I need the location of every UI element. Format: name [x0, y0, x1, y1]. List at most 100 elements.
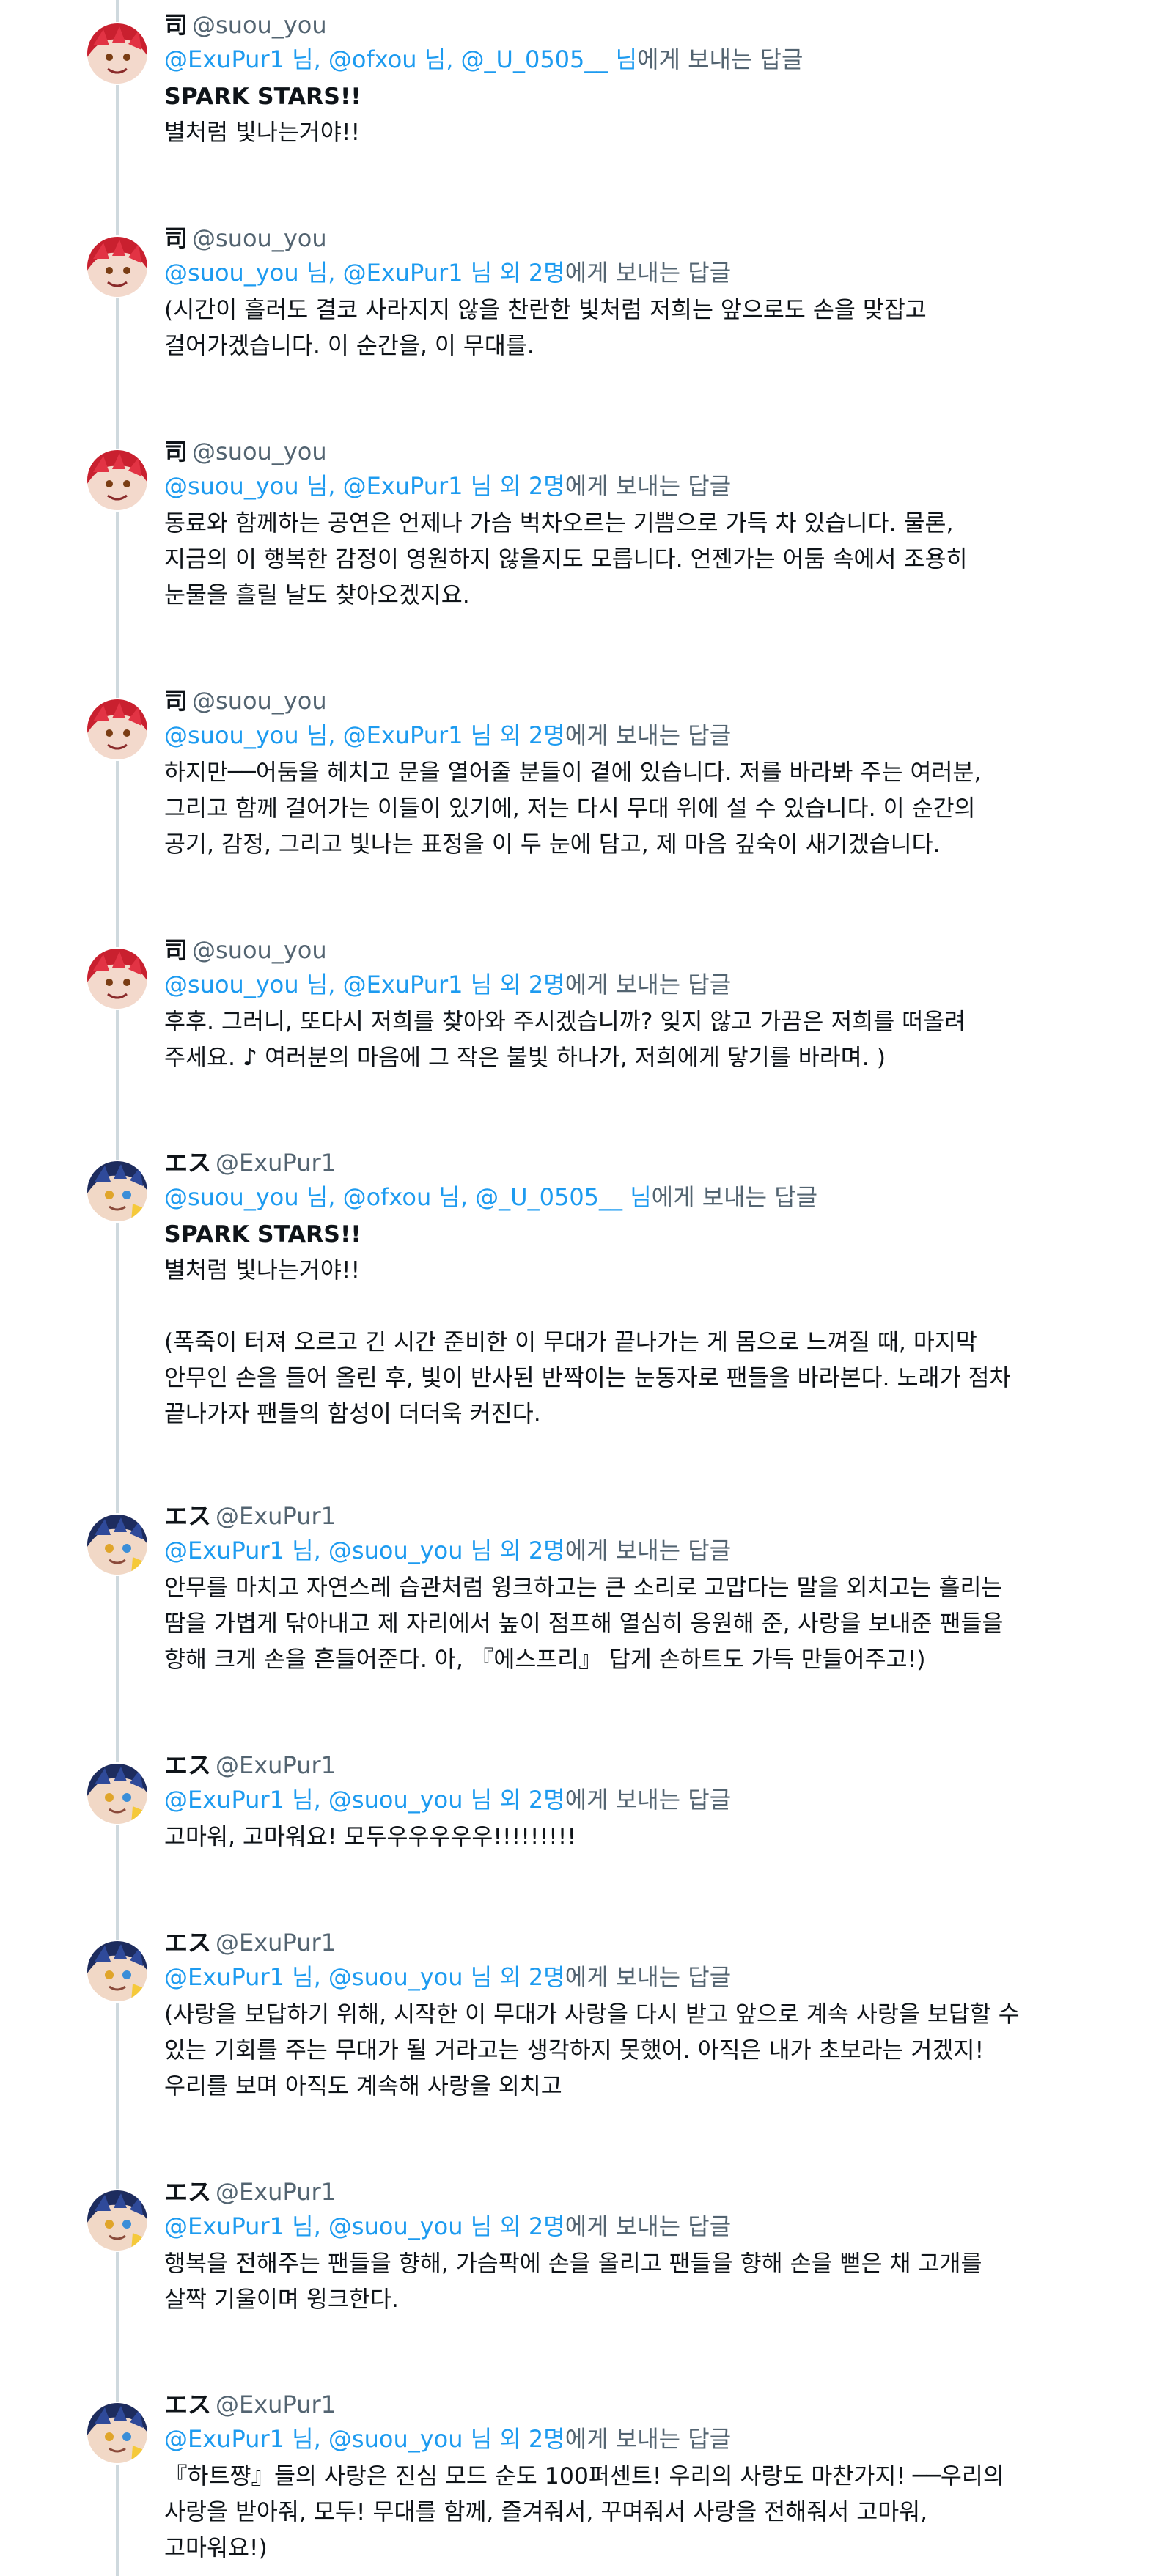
reply-mentions-link[interactable]: @ExuPur1 님, @suou_you 님 외 2명 — [164, 1786, 565, 1814]
reply-mentions-link[interactable]: @suou_you 님, @ofxou 님, @_U_0505__ 님 — [164, 1183, 652, 1211]
user-handle[interactable]: @ExuPur1 — [216, 1502, 336, 1530]
avatar-blue-hair-icon — [87, 2190, 147, 2251]
tweet-header: エス @ExuPur1 — [164, 2390, 1117, 2422]
avatar-blue-hair-icon — [87, 1161, 147, 1221]
tweet-header: 司 @suou_you — [164, 437, 1117, 469]
tweet-text: 행복을 전해주는 팬들을 향해, 가슴팍에 손을 올리고 팬들을 향해 손을 뻗… — [164, 2246, 1117, 2318]
tweet-text: 동료와 함께하는 공연은 언제나 가슴 벅차오르는 기쁨으로 가득 차 있습니다… — [164, 506, 1117, 614]
user-handle[interactable]: @ExuPur1 — [216, 1751, 336, 1779]
avatar[interactable] — [86, 22, 149, 85]
tweet-text-line: 있는 기회를 주는 무대가 될 거라고는 생각하지 못했어. 아직은 내가 초보… — [164, 2037, 985, 2064]
tweet-text: (사랑을 보답하기 위해, 시작한 이 무대가 사랑을 다시 받고 앞으로 계속… — [164, 1997, 1117, 2105]
replying-to: @ExuPur1 님, @suou_you 님 외 2명에게 보내는 답글 — [164, 1960, 1117, 1997]
tweet-text-line: 고마워요!) — [164, 2535, 268, 2561]
avatar[interactable] — [86, 1940, 149, 2003]
reply-mentions-link[interactable]: @suou_you 님, @ExuPur1 님 외 2명 — [164, 971, 565, 998]
reply-mentions-link[interactable]: @suou_you 님, @ExuPur1 님 외 2명 — [164, 259, 565, 287]
tweet-text-line: (시간이 흘러도 결코 사라지지 않을 찬란한 빛처럼 저희는 앞으로도 손을 … — [164, 297, 927, 323]
tweet-text: SPARK STARS!! 별처럼 빛나는거야!! — [164, 79, 1117, 151]
tweet-header: エス @ExuPur1 — [164, 2177, 1117, 2209]
user-handle[interactable]: @ExuPur1 — [216, 1149, 336, 1177]
tweet-text-line: 주세요. ♪ 여러분의 마음에 그 작은 불빛 하나가, 저희에게 닿기를 바라… — [164, 1045, 886, 1071]
tweet-text-line: SPARK STARS!! — [164, 1221, 361, 1248]
reply-mentions-link[interactable]: @ExuPur1 님, @suou_you 님 외 2명 — [164, 1537, 565, 1564]
avatar[interactable] — [86, 235, 149, 298]
avatar[interactable] — [86, 947, 149, 1010]
tweet-text: (시간이 흘러도 결코 사라지지 않을 찬란한 빛처럼 저희는 앞으로도 손을 … — [164, 292, 1117, 364]
avatar-blue-hair-icon — [87, 1941, 147, 2001]
display-name[interactable]: 司 — [164, 687, 188, 715]
display-name[interactable]: エス — [164, 2178, 211, 2206]
reply-mentions-link[interactable]: @ExuPur1 님, @suou_you 님 외 2명 — [164, 2425, 565, 2453]
tweet-header: エス @ExuPur1 — [164, 1751, 1117, 1783]
tweet-text-line: 끝나가자 팬들의 함성이 더더욱 커진다. — [164, 1401, 541, 1427]
replying-to: @suou_you 님, @ofxou 님, @_U_0505__ 님에게 보내… — [164, 1180, 1117, 1217]
avatar[interactable] — [86, 698, 149, 761]
display-name[interactable]: 司 — [164, 936, 188, 964]
replying-to: @suou_you 님, @ExuPur1 님 외 2명에게 보내는 답글 — [164, 469, 1117, 506]
reply-mentions-link[interactable]: @suou_you 님, @ExuPur1 님 외 2명 — [164, 721, 565, 749]
reply-mentions-link[interactable]: @ExuPur1 님, @suou_you 님 외 2명 — [164, 2212, 565, 2240]
replying-to: @suou_you 님, @ExuPur1 님 외 2명에게 보내는 답글 — [164, 718, 1117, 755]
display-name[interactable]: エス — [164, 1149, 211, 1177]
user-handle[interactable]: @ExuPur1 — [216, 1929, 336, 1957]
display-name[interactable]: エス — [164, 1502, 211, 1530]
tweet-header: 司 @suou_you — [164, 224, 1117, 256]
tweet-text: SPARK STARS!! 별처럼 빛나는거야!! (폭죽이 터져 오르고 긴 … — [164, 1217, 1117, 1432]
display-name[interactable]: 司 — [164, 11, 188, 39]
tweet-text-line: 지금의 이 행복한 감정이 영원하지 않을지도 모릅니다. 언젠가는 어둠 속에… — [164, 546, 968, 573]
avatar[interactable] — [86, 1762, 149, 1825]
reply-mentions-link[interactable]: @ExuPur1 님, @suou_you 님 외 2명 — [164, 1963, 565, 1991]
avatar[interactable] — [86, 449, 149, 512]
avatar[interactable] — [86, 1160, 149, 1223]
reply-suffix-label: 에게 보내는 답글 — [565, 472, 732, 500]
tweet-text-line: 눈물을 흘릴 날도 찾아오겠지요. — [164, 582, 470, 608]
tweet-header: エス @ExuPur1 — [164, 1501, 1117, 1534]
display-name[interactable]: 司 — [164, 438, 188, 465]
avatar[interactable] — [86, 2402, 149, 2465]
user-handle[interactable]: @suou_you — [192, 687, 327, 715]
display-name[interactable]: エス — [164, 2391, 211, 2418]
tweet-text-line: 향해 크게 손을 흔들어준다. 아, 『에스프리』 답게 손하트도 가득 만들어… — [164, 1646, 926, 1673]
avatar-blue-hair-icon — [87, 1515, 147, 1575]
avatar-red-hair-icon — [87, 949, 147, 1009]
tweet-text-line: 후후. 그러니, 또다시 저희를 찾아와 주시겠습니까? 잊지 않고 가끔은 저… — [164, 1009, 966, 1035]
display-name[interactable]: 司 — [164, 224, 188, 252]
tweet-text-line: 『하트쨩』들의 사랑은 진심 모드 순도 100퍼센트! 우리의 사랑도 마찬가… — [164, 2463, 1004, 2489]
reply-mentions-link[interactable]: @ExuPur1 님, @ofxou 님, @_U_0505__ 님 — [164, 45, 637, 73]
replying-to: @ExuPur1 님, @ofxou 님, @_U_0505__ 님에게 보내는… — [164, 43, 1117, 79]
replying-to: @suou_you 님, @ExuPur1 님 외 2명에게 보내는 답글 — [164, 256, 1117, 292]
tweet-text: 하지만──어둠을 헤치고 문을 열어줄 분들이 곁에 있습니다. 저를 바라봐 … — [164, 755, 1117, 863]
tweet-text-line: SPARK STARS!! — [164, 84, 361, 110]
tweet-text-line: 살짝 기울이며 윙크한다. — [164, 2286, 399, 2313]
tweet-text: 안무를 마치고 자연스레 습관처럼 윙크하고는 큰 소리로 고맙다는 말을 외치… — [164, 1570, 1117, 1678]
user-handle[interactable]: @suou_you — [192, 224, 327, 252]
reply-mentions-link[interactable]: @suou_you 님, @ExuPur1 님 외 2명 — [164, 472, 565, 500]
tweet-text-line: 안무인 손을 들어 올린 후, 빛이 반사된 반짝이는 눈동자로 팬들을 바라본… — [164, 1365, 1011, 1391]
tweet-text-line: 땀을 가볍게 닦아내고 제 자리에서 높이 점프해 열심히 응원해 준, 사랑을… — [164, 1611, 1004, 1637]
tweet-text-line: 동료와 함께하는 공연은 언제나 가슴 벅차오르는 기쁨으로 가득 차 있습니다… — [164, 510, 954, 537]
tweet-text-line: 별처럼 빛나는거야!! — [164, 1257, 361, 1284]
user-handle[interactable]: @ExuPur1 — [216, 2178, 336, 2206]
reply-suffix-label: 에게 보내는 답글 — [565, 1963, 732, 1991]
tweet-text-line: 하지만──어둠을 헤치고 문을 열어줄 분들이 곁에 있습니다. 저를 바라봐 … — [164, 759, 982, 786]
reply-suffix-label: 에게 보내는 답글 — [565, 1786, 732, 1814]
user-handle[interactable]: @ExuPur1 — [216, 2391, 336, 2418]
tweet-text-line: 행복을 전해주는 팬들을 향해, 가슴팍에 손을 올리고 팬들을 향해 손을 뻗… — [164, 2251, 982, 2277]
avatar-red-hair-icon — [87, 699, 147, 759]
replying-to: @ExuPur1 님, @suou_you 님 외 2명에게 보내는 답글 — [164, 2209, 1117, 2246]
user-handle[interactable]: @suou_you — [192, 11, 327, 39]
user-handle[interactable]: @suou_you — [192, 438, 327, 465]
display-name[interactable]: エス — [164, 1751, 211, 1779]
user-handle[interactable]: @suou_you — [192, 936, 327, 964]
avatar[interactable] — [86, 2189, 149, 2252]
tweet-text-blank-line — [164, 1289, 1117, 1325]
tweet-text: 후후. 그러니, 또다시 저희를 찾아와 주시겠습니까? 잊지 않고 가끔은 저… — [164, 1004, 1117, 1076]
tweet-header: 司 @suou_you — [164, 935, 1117, 968]
tweet-text-line: (폭죽이 터져 오르고 긴 시간 준비한 이 무대가 끝나가는 게 몸으로 느껴… — [164, 1329, 977, 1355]
avatar-red-hair-icon — [87, 23, 147, 84]
avatar[interactable] — [86, 1513, 149, 1576]
display-name[interactable]: エス — [164, 1929, 211, 1957]
reply-suffix-label: 에게 보내는 답글 — [637, 45, 804, 73]
tweet-header: 司 @suou_you — [164, 686, 1117, 718]
